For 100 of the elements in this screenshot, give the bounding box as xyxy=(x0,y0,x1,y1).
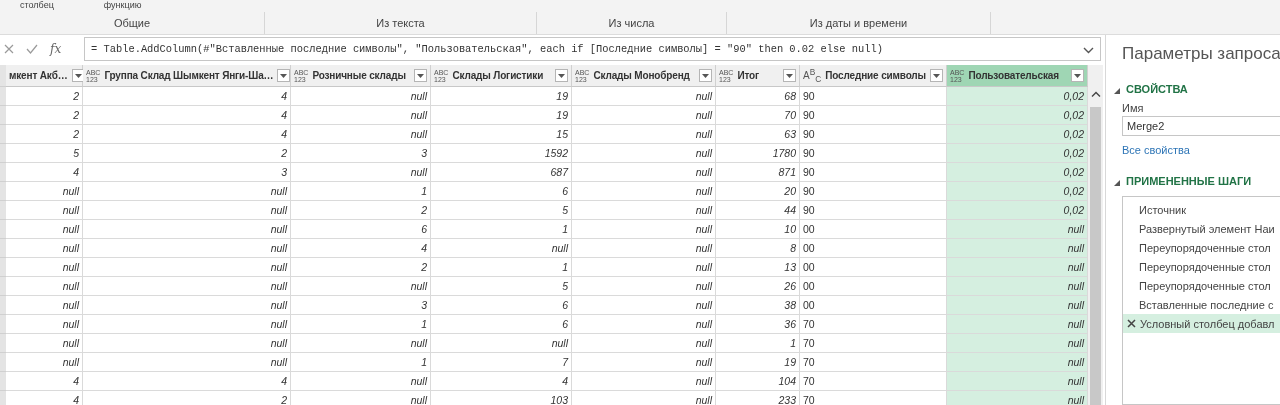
table-cell: 5 xyxy=(6,144,83,163)
table-cell: null xyxy=(6,334,83,353)
ribbon-group-label: Общие xyxy=(113,17,151,29)
caret-icon xyxy=(933,73,940,78)
table-cell: 4 xyxy=(6,391,83,405)
caret-icon xyxy=(74,73,82,78)
table-cell: null xyxy=(431,239,572,258)
table-cell: 4 xyxy=(291,239,431,258)
table-cell: null xyxy=(291,125,431,144)
table-cell: null xyxy=(572,144,716,163)
table-cell: null xyxy=(947,258,1088,277)
chevron-up-icon xyxy=(1090,91,1101,97)
table-cell: null xyxy=(291,87,431,106)
table-cell: 4 xyxy=(6,372,83,391)
applied-step[interactable]: Переупорядоченные стол xyxy=(1123,238,1280,257)
table-cell: null xyxy=(83,353,291,372)
table-cell: null xyxy=(947,220,1088,239)
table-cell: 2 xyxy=(6,125,83,144)
caret-icon xyxy=(786,73,793,78)
filter-button[interactable] xyxy=(1071,69,1084,82)
table-cell: null xyxy=(947,391,1088,405)
filter-button[interactable] xyxy=(555,69,568,82)
applied-step[interactable]: Переупорядоченные стол xyxy=(1123,276,1280,295)
table-cell: 19 xyxy=(716,353,800,372)
ribbon-group-label: Из числа xyxy=(608,17,655,29)
table-cell: null xyxy=(83,201,291,220)
table-cell: 687 xyxy=(431,163,572,182)
table-cell: 15 xyxy=(431,125,572,144)
table-cell: 6 xyxy=(431,182,572,201)
function-label[interactable]: fx xyxy=(50,42,62,56)
table-cell: 8 xyxy=(716,239,800,258)
table-cell: 1 xyxy=(431,220,572,239)
caret-icon xyxy=(417,73,424,78)
applied-step[interactable]: Переупорядоченные стол xyxy=(1123,257,1280,276)
formula-field[interactable]: = Table.AddColumn(#"Вставленные последние символы", "Пользовательская", each if [Последние символы] = "90" then 0.02 else null) xyxy=(84,37,1101,61)
filter-button[interactable] xyxy=(414,69,427,82)
table-cell: 4 xyxy=(83,372,291,391)
table-cell: 4 xyxy=(6,163,83,182)
table-cell: null xyxy=(6,353,83,372)
table-cell: 5 xyxy=(431,201,572,220)
table-cell: 0,02 xyxy=(947,163,1088,182)
table-cell: 3 xyxy=(291,296,431,315)
table-cell: null xyxy=(6,239,83,258)
table-cell: null xyxy=(572,258,716,277)
table-cell: 1 xyxy=(291,353,431,372)
table-cell: null xyxy=(572,163,716,182)
table-cell: 1 xyxy=(431,258,572,277)
table-cell: null xyxy=(572,87,716,106)
all-properties-link[interactable]: Все свойства xyxy=(1122,144,1280,156)
table-cell: null xyxy=(947,239,1088,258)
column-header[interactable]: мкент Акб… xyxy=(6,65,83,87)
table-cell: 2 xyxy=(83,391,291,405)
table-cell: 0,02 xyxy=(947,87,1088,106)
table-cell: null xyxy=(6,201,83,220)
panel-title: Параметры запроса xyxy=(1122,44,1280,64)
table-cell: null xyxy=(431,334,572,353)
applied-step[interactable]: Развернутый элемент Наи xyxy=(1123,219,1280,238)
table-cell: 871 xyxy=(716,163,800,182)
table-cell: null xyxy=(291,334,431,353)
name-field[interactable]: Merge2 xyxy=(1122,116,1280,136)
table-cell: 70 xyxy=(716,106,800,125)
table-cell: 1780 xyxy=(716,144,800,163)
table-cell: null xyxy=(572,372,716,391)
table-cell: null xyxy=(6,258,83,277)
column-header[interactable]: A$^{B}$$_{C}$ Последние символы xyxy=(800,65,947,87)
applied-step[interactable]: Источник xyxy=(1123,200,1280,219)
ribbon-command-label[interactable]: столбец xyxy=(20,0,54,12)
table-cell: null xyxy=(6,296,83,315)
filter-button[interactable] xyxy=(699,69,712,82)
table-cell: 2 xyxy=(6,106,83,125)
table-cell: 36 xyxy=(716,315,800,334)
table-cell: null xyxy=(572,201,716,220)
table-cell: 7 xyxy=(431,353,572,372)
table-cell: null xyxy=(572,277,716,296)
chevron-down-icon xyxy=(1083,47,1094,54)
table-cell: null xyxy=(947,315,1088,334)
table-cell: null xyxy=(6,220,83,239)
table-cell: 3 xyxy=(291,144,431,163)
filter-button[interactable] xyxy=(277,69,291,82)
field-label: Имя xyxy=(1122,102,1145,114)
table-cell: 3 xyxy=(83,163,291,182)
delete-icon xyxy=(1127,318,1136,328)
applied-step[interactable]: Вставленные последние с xyxy=(1123,295,1280,314)
table-cell: 4 xyxy=(431,372,572,391)
filter-button[interactable] xyxy=(930,69,943,82)
table-cell: 2 xyxy=(6,87,83,106)
table-cell: null xyxy=(947,372,1088,391)
filter-button[interactable] xyxy=(783,69,796,82)
table-cell: 44 xyxy=(716,201,800,220)
table-cell: 1592 xyxy=(431,144,572,163)
ribbon-command-label[interactable]: функцию xyxy=(103,0,142,12)
table-cell: null xyxy=(572,391,716,405)
applied-step[interactable]: Условный столбец добавл xyxy=(1123,314,1280,333)
cancel-icon xyxy=(4,44,14,54)
table-cell: null xyxy=(291,277,431,296)
table-cell: 0,02 xyxy=(947,144,1088,163)
ribbon-group-label: Из даты и времени xyxy=(809,17,908,29)
table-cell: 20 xyxy=(716,182,800,201)
table-cell: 19 xyxy=(431,87,572,106)
vertical-scrollbar[interactable] xyxy=(1088,65,1103,405)
